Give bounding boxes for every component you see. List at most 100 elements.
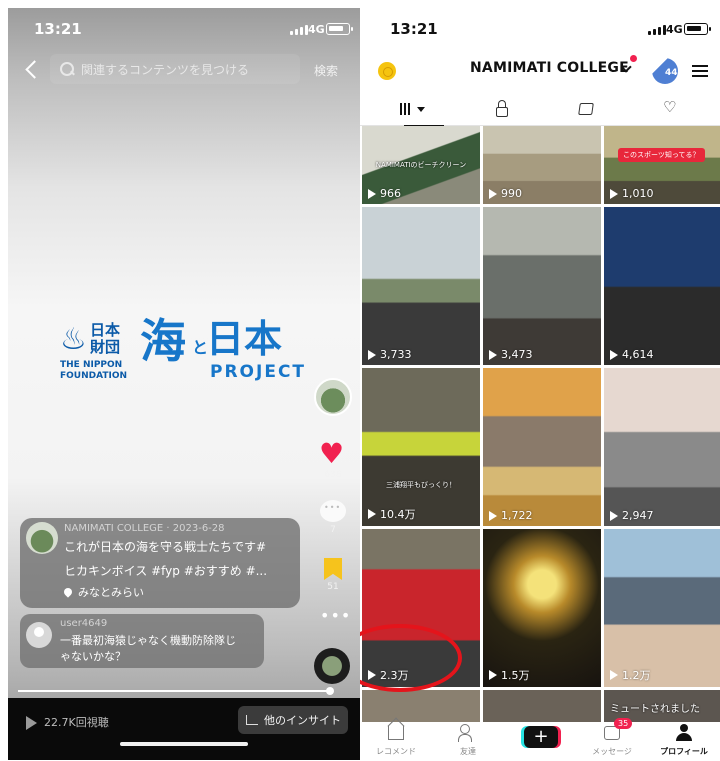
video-thumbnail[interactable]: このスポーツ知ってる？ 1,010	[604, 126, 720, 204]
view-count: 1.2万	[610, 667, 651, 683]
like-icon[interactable]: ♥	[319, 440, 344, 468]
profile-avatar[interactable]: 44	[652, 58, 678, 84]
comment-icon[interactable]	[320, 500, 346, 522]
nav-friends-label: 友達	[460, 747, 476, 756]
message-badge: 35	[614, 718, 633, 729]
view-count: 990	[489, 187, 522, 200]
video-thumbnail[interactable]: NAMIMATIのビーチクリーン 966	[362, 126, 480, 204]
creator-avatar[interactable]	[314, 378, 352, 416]
profile-name[interactable]: NAMIMATI COLLEGE	[470, 60, 629, 76]
view-count: 3,733	[368, 348, 412, 361]
video-thumbnail[interactable]: 1.2万	[604, 529, 720, 687]
play-icon	[368, 349, 376, 360]
nav-messages-label: メッセージ	[592, 747, 632, 756]
insights-button[interactable]: 他のインサイト	[238, 706, 348, 734]
status-time: 13:21	[34, 20, 82, 38]
location-pin-icon	[62, 586, 74, 598]
play-icon	[610, 188, 618, 199]
video-thumbnail[interactable]: 3,733	[362, 207, 480, 365]
sound-disc-icon[interactable]	[314, 648, 350, 684]
tab-videos[interactable]	[372, 92, 452, 127]
tagged-icon	[578, 103, 594, 115]
caption-line-2: ヒカキンボイス #fyp #おすすめ #...	[64, 564, 268, 578]
view-count: 2,947	[610, 509, 654, 522]
nav-home[interactable]: レコメンド	[360, 722, 432, 760]
thumbnail-caption: NAMIMATIのビーチクリーン	[375, 161, 467, 169]
progress-handle[interactable]	[326, 687, 334, 695]
chart-icon	[246, 715, 258, 725]
video-caption-card[interactable]: NAMIMATI COLLEGE · 2023-6-28 これが日本の海を守る戦…	[20, 518, 300, 608]
play-icon	[489, 510, 497, 521]
play-icon	[610, 670, 618, 680]
view-count-value: 1,722	[501, 509, 533, 522]
home-icon	[388, 726, 404, 740]
coin-icon[interactable]	[378, 62, 396, 80]
view-count-value: 4,614	[622, 348, 654, 361]
video-thumbnail[interactable]: 三浦翔平もびっくり！ 10.4万	[362, 368, 480, 526]
comment-count: 7	[330, 525, 336, 535]
play-icon	[26, 716, 37, 730]
bookmark-count: 51	[327, 582, 339, 592]
video-thumbnail[interactable]: 2,947	[604, 368, 720, 526]
view-count-value: 3,473	[501, 348, 533, 361]
search-icon	[60, 61, 75, 77]
view-count: 1.5万	[489, 667, 530, 683]
caption-avatar	[26, 522, 58, 554]
avatar-count: 44	[665, 68, 678, 78]
video-player-screen: 13:21 4G 関連するコンテンツを見つける 検索 ♨ 日本 財団 THE N…	[8, 8, 360, 760]
caption-line-1: これが日本の海を守る戦士たちです#	[64, 540, 267, 554]
bottom-stats-bar: 22.7K回視聴 他のインサイト	[8, 698, 360, 760]
nav-profile[interactable]: プロフィール	[648, 722, 720, 760]
notification-dot	[630, 55, 637, 62]
more-icon[interactable]: •••	[320, 606, 351, 625]
thumbnail-caption: 三浦翔平もびっくり！	[386, 481, 456, 489]
view-count-value: 990	[501, 187, 522, 200]
nav-create[interactable]: +	[504, 722, 576, 760]
battery-icon	[326, 23, 353, 35]
plus-icon: +	[524, 726, 558, 748]
video-progress-bar[interactable]	[18, 687, 334, 695]
bookmark-icon[interactable]	[324, 558, 342, 580]
logo-english: THE NIPPON FOUNDATION	[60, 360, 128, 381]
nav-messages[interactable]: 35 メッセージ	[576, 718, 648, 760]
muted-label: ミュートされました	[610, 704, 700, 715]
search-input[interactable]: 関連するコンテンツを見つける	[50, 54, 300, 84]
nav-profile-label: プロフィール	[660, 747, 708, 756]
tab-private[interactable]	[462, 92, 542, 126]
view-count-value: 966	[380, 187, 401, 200]
play-icon	[610, 349, 618, 360]
profile-icon	[676, 724, 692, 742]
comment-card[interactable]: user4649 一番最初海猿じゃなく機動防除隊じ ゃないかな？	[20, 614, 264, 668]
video-thumbnail[interactable]: 990	[483, 126, 601, 204]
caption-location-label: みなとみらい	[78, 586, 144, 599]
view-count-value: 1.5万	[501, 669, 530, 682]
back-icon[interactable]	[22, 58, 42, 80]
view-count: 966	[368, 187, 401, 200]
tab-tagged[interactable]	[546, 92, 626, 126]
caption-meta: NAMIMATI COLLEGE · 2023-6-28	[64, 523, 225, 534]
video-thumbnail[interactable]: 3,473	[483, 207, 601, 365]
profile-header: NAMIMATI COLLEGE 44	[360, 52, 720, 92]
view-count: 22.7K回視聴	[44, 716, 109, 729]
video-thumbnail[interactable]: 1,722	[483, 368, 601, 526]
view-count: 3,473	[489, 348, 533, 361]
commenter-name: user4649	[60, 618, 108, 629]
search-button[interactable]: 検索	[314, 62, 338, 79]
video-thumbnail[interactable]: 4,614	[604, 207, 720, 365]
tab-liked[interactable]	[630, 92, 710, 126]
comment-line-2: ゃないかな？	[60, 650, 126, 663]
status-bar: 13:21 4G	[8, 8, 360, 52]
view-count: 4,614	[610, 348, 654, 361]
caption-location[interactable]: みなとみらい	[62, 584, 144, 600]
menu-icon[interactable]	[692, 65, 708, 77]
video-thumbnail[interactable]: 1.5万	[483, 529, 601, 687]
network-label: 4G	[666, 23, 683, 36]
signal-icon	[290, 25, 308, 35]
nav-home-label: レコメンド	[376, 747, 416, 756]
play-icon	[489, 349, 497, 360]
nav-friends[interactable]: 友達	[432, 722, 504, 760]
profile-screen: 13:21 4G NAMIMATI COLLEGE 44 NAMIMATIのビー…	[360, 8, 720, 760]
liked-icon	[663, 98, 677, 116]
comment-line-1: 一番最初海猿じゃなく機動防除隊じ	[60, 634, 236, 647]
lock-icon	[496, 100, 508, 117]
